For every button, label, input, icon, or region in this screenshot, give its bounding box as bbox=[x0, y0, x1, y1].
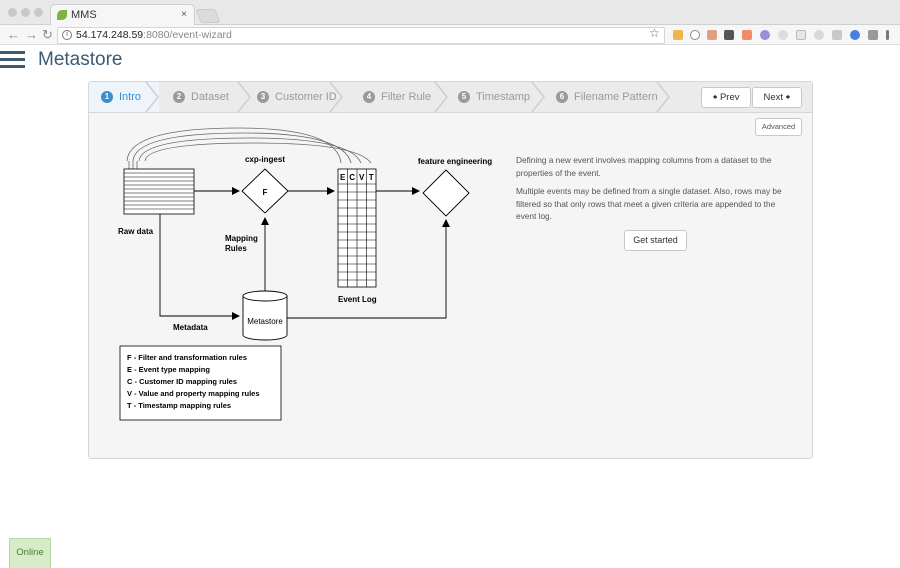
advanced-button[interactable]: Advanced bbox=[755, 118, 802, 136]
log-col-t: T bbox=[369, 173, 374, 182]
step-label: Dataset bbox=[191, 91, 229, 103]
log-col-e: E bbox=[340, 173, 346, 182]
online-status-badge: Online bbox=[9, 538, 51, 568]
maximize-window-icon[interactable] bbox=[34, 8, 43, 17]
get-started-button[interactable]: Get started bbox=[624, 230, 687, 251]
legend-item: C - Customer ID mapping rules bbox=[127, 377, 237, 386]
reload-icon[interactable]: ↻ bbox=[42, 26, 53, 44]
step-filename-pattern[interactable]: 6 Filename Pattern bbox=[556, 82, 658, 112]
metastore-label: Metastore bbox=[247, 317, 283, 326]
minimize-window-icon[interactable] bbox=[21, 8, 30, 17]
next-label: Next bbox=[763, 92, 784, 103]
prev-button[interactable]: 🠸 Prev bbox=[701, 87, 751, 108]
extension-icon[interactable] bbox=[796, 30, 806, 40]
log-col-c: C bbox=[349, 173, 355, 182]
legend-item: E - Event type mapping bbox=[127, 365, 210, 374]
step-timestamp[interactable]: 5 Timestamp bbox=[458, 82, 530, 112]
wizard-steps: 1 Intro 2 Dataset 3 Customer ID 4 Filter Rul… bbox=[89, 82, 812, 113]
extension-icon[interactable] bbox=[814, 30, 824, 40]
metastore-cylinder bbox=[242, 290, 288, 341]
mapping-rules-label: Rules bbox=[225, 244, 247, 253]
step-dataset[interactable]: 2 Dataset bbox=[173, 82, 229, 112]
step-number: 6 bbox=[556, 91, 568, 103]
extension-icon[interactable] bbox=[742, 30, 752, 40]
arrow-left-icon: 🠸 bbox=[712, 92, 718, 103]
extension-icon[interactable] bbox=[707, 30, 717, 40]
intro-description-2: Multiple events may be defined from a si… bbox=[516, 186, 782, 221]
close-window-icon[interactable] bbox=[8, 8, 17, 17]
event-log-table: E C V T bbox=[337, 168, 377, 288]
info-icon[interactable]: i bbox=[62, 30, 72, 40]
browser-toolbar: ← → ↻ i 54.174.248.59:8080/event-wizard … bbox=[0, 25, 900, 45]
step-filter-rule[interactable]: 4 Filter Rule bbox=[363, 82, 431, 112]
forward-arrow-icon[interactable]: → bbox=[25, 26, 38, 44]
hamburger-menu-icon[interactable] bbox=[0, 51, 25, 69]
address-bar[interactable]: i 54.174.248.59:8080/event-wizard bbox=[57, 27, 665, 44]
extension-icon[interactable] bbox=[832, 30, 842, 40]
feature-engineering-label: feature engineering bbox=[418, 157, 492, 166]
intro-description-1: Defining a new event involves mapping co… bbox=[516, 155, 772, 178]
step-label: Customer ID bbox=[275, 91, 337, 103]
legend-item: V - Value and property mapping rules bbox=[127, 389, 260, 398]
url-host: 54.174.248.59 bbox=[76, 29, 144, 41]
step-number: 3 bbox=[257, 91, 269, 103]
feature-engineering-diamond bbox=[422, 169, 470, 217]
new-tab-button[interactable] bbox=[195, 9, 221, 23]
back-arrow-icon[interactable]: ← bbox=[7, 26, 20, 44]
extension-icon[interactable] bbox=[850, 30, 860, 40]
step-number: 4 bbox=[363, 91, 375, 103]
step-label: Timestamp bbox=[476, 91, 530, 103]
next-button[interactable]: Next 🠺 bbox=[752, 87, 802, 108]
step-number: 5 bbox=[458, 91, 470, 103]
cxp-ingest-label: cxp-ingest bbox=[245, 155, 285, 164]
step-customer-id[interactable]: 3 Customer ID bbox=[257, 82, 337, 112]
bookmark-star-icon[interactable]: ☆ bbox=[649, 26, 660, 40]
arrow-right-icon: 🠺 bbox=[785, 92, 791, 103]
url-path: :8080/event-wizard bbox=[143, 29, 232, 41]
raw-data-label: Raw data bbox=[118, 227, 154, 236]
tab-title: MMS bbox=[71, 9, 97, 21]
step-number: 1 bbox=[101, 91, 113, 103]
extension-icon[interactable] bbox=[760, 30, 770, 40]
event-log-label: Event Log bbox=[338, 295, 377, 304]
f-node-label: F bbox=[263, 188, 268, 197]
step-label: Filter Rule bbox=[381, 91, 432, 103]
step-label: Filename Pattern bbox=[574, 91, 658, 103]
extension-icon[interactable] bbox=[868, 30, 878, 40]
raw-data-table bbox=[123, 161, 195, 215]
browser-tab-bar: MMS × bbox=[0, 0, 900, 25]
prev-label: Prev bbox=[719, 92, 740, 103]
event-wizard-panel: 1 Intro 2 Dataset 3 Customer ID 4 Filter Rul… bbox=[88, 81, 813, 459]
extension-icon[interactable] bbox=[673, 30, 683, 40]
pocket-icon[interactable] bbox=[724, 30, 734, 40]
app-title: Metastore bbox=[38, 49, 123, 70]
metadata-label: Metadata bbox=[173, 323, 208, 332]
browser-tab[interactable]: MMS × bbox=[50, 4, 195, 25]
step-intro[interactable]: 1 Intro bbox=[101, 82, 141, 112]
log-col-v: V bbox=[359, 173, 365, 182]
extension-icon[interactable] bbox=[690, 30, 700, 40]
event-flow-diagram: Raw data F cxp-ingest E C V T Event Log … bbox=[118, 127, 492, 421]
legend-item: T - Timestamp mapping rules bbox=[127, 401, 231, 410]
extension-icon[interactable] bbox=[778, 30, 788, 40]
step-label: Intro bbox=[119, 91, 142, 103]
menu-dots-icon[interactable] bbox=[886, 30, 889, 40]
legend-item: F - Filter and transformation rules bbox=[127, 353, 247, 362]
tab-close-icon[interactable]: × bbox=[181, 5, 187, 25]
leaf-favicon-icon bbox=[57, 10, 67, 20]
mapping-rules-label: Mapping bbox=[225, 234, 258, 243]
step-number: 2 bbox=[173, 91, 185, 103]
